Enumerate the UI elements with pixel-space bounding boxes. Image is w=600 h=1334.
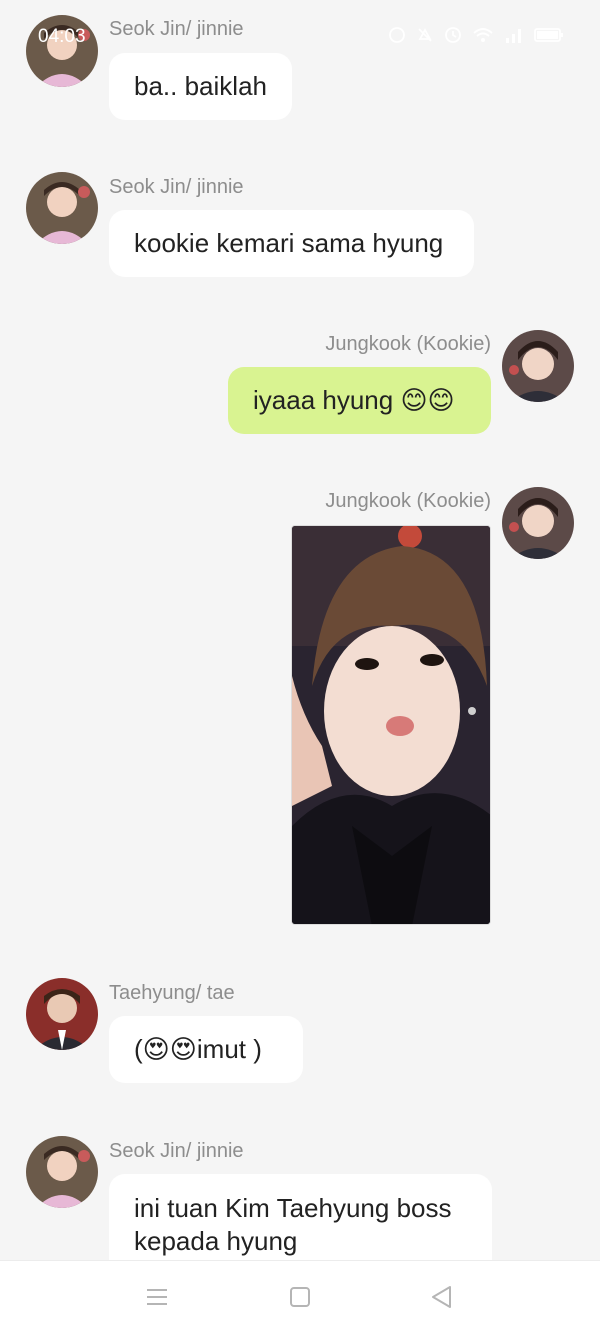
sender-name: Jungkook (Kookie) bbox=[325, 333, 491, 355]
taehyung-avatar[interactable] bbox=[26, 978, 98, 1050]
message-text: ba.. baiklah bbox=[134, 71, 267, 101]
jungkook-avatar[interactable] bbox=[502, 330, 574, 402]
message-text-prefix: ( bbox=[134, 1034, 143, 1064]
status-icons bbox=[388, 26, 564, 44]
sender-name: Seok Jin/ jinnie bbox=[109, 1140, 244, 1162]
back-triangle-icon[interactable] bbox=[426, 1281, 458, 1313]
message-bubble[interactable]: kookie kemari sama hyung bbox=[109, 210, 474, 277]
mute-icon bbox=[418, 28, 432, 42]
battery-icon bbox=[534, 28, 563, 42]
message-text: imut ) bbox=[196, 1034, 262, 1064]
message-text-block: ini tuan Kim Taehyung boss kepada hyung bbox=[134, 1192, 452, 1258]
wifi-icon bbox=[473, 28, 493, 42]
heart-eyes-emoji-icon: 😍😍 bbox=[142, 1034, 197, 1065]
sender-name: Taehyung/ tae bbox=[109, 982, 235, 1004]
signal-icon bbox=[506, 29, 521, 43]
sender-name: Seok Jin/ jinnie bbox=[109, 176, 244, 198]
clock-icon bbox=[445, 27, 461, 43]
home-square-icon[interactable] bbox=[284, 1281, 316, 1313]
message-bubble[interactable]: ( 😍😍 imut ) bbox=[109, 1016, 303, 1083]
navigation-bar bbox=[0, 1260, 600, 1334]
message-text: iyaaa hyung bbox=[253, 385, 401, 415]
message-text-line: ini tuan Kim Taehyung boss bbox=[134, 1193, 452, 1223]
menu-icon[interactable] bbox=[141, 1281, 173, 1313]
alarm-icon bbox=[389, 27, 405, 43]
message-text: kookie kemari sama hyung bbox=[134, 228, 444, 258]
jungkook-avatar[interactable] bbox=[502, 487, 574, 559]
sender-name: Jungkook (Kookie) bbox=[325, 490, 491, 512]
status-time: 04:03 bbox=[38, 26, 86, 47]
message-bubble[interactable]: iyaaa hyung 😊😊 bbox=[228, 367, 491, 434]
message-text-line: kepada hyung bbox=[134, 1226, 298, 1256]
status-bar: 04:03 bbox=[0, 0, 600, 70]
seokjin-avatar[interactable] bbox=[26, 1136, 98, 1208]
seokjin-avatar[interactable] bbox=[26, 172, 98, 244]
smile-emoji-icon: 😊😊 bbox=[400, 385, 455, 416]
photo-message[interactable] bbox=[291, 525, 491, 925]
